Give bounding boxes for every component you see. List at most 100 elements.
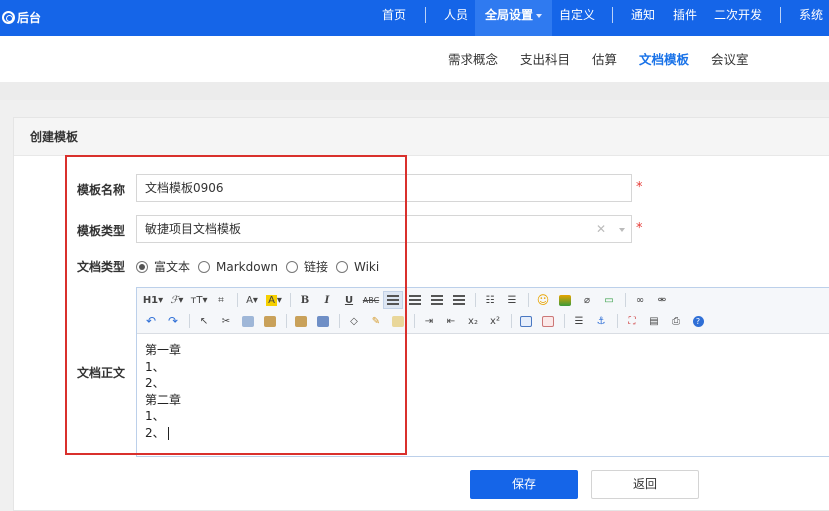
preview-glyph xyxy=(392,315,404,327)
save-button[interactable]: 保存 xyxy=(470,470,578,499)
redo-icon[interactable]: ↷ xyxy=(163,312,183,330)
editor-line-last: 2、 xyxy=(145,425,821,442)
toolbar-divider xyxy=(286,314,287,328)
ordered-list-icon[interactable]: ☷ xyxy=(480,291,500,309)
toolbar-divider xyxy=(528,293,529,307)
subnav-item-estimate[interactable]: 估算 xyxy=(592,49,617,68)
template-type-label: 模板类型 xyxy=(77,224,126,238)
editor-line: 第二章 xyxy=(145,392,182,407)
paragraph-icon[interactable]: ⌗ xyxy=(211,291,231,309)
italic-icon[interactable]: I xyxy=(317,291,337,309)
align-right-glyph xyxy=(431,295,443,305)
h1-icon[interactable]: H1▾ xyxy=(141,291,165,309)
nav-divider xyxy=(612,7,613,23)
nav-item-custom[interactable]: 自定义 xyxy=(559,0,595,36)
source-icon[interactable]: ▤ xyxy=(644,312,664,330)
emoji-icon[interactable]: ☺ xyxy=(533,291,553,309)
toolbar-divider xyxy=(290,293,291,307)
paste-icon[interactable] xyxy=(260,312,280,330)
chevron-down-icon[interactable] xyxy=(619,228,625,232)
align-left-glyph xyxy=(387,295,399,305)
align-center-glyph xyxy=(409,295,421,305)
table-glyph xyxy=(520,315,532,327)
required-mark: * xyxy=(636,221,643,236)
subscript-icon[interactable]: x₂ xyxy=(463,312,483,330)
radio-link[interactable] xyxy=(285,260,298,273)
align-left-icon[interactable] xyxy=(383,291,403,309)
editor-line: 1、 xyxy=(145,359,165,374)
align-right-icon[interactable] xyxy=(427,291,447,309)
font-family-icon[interactable]: ℱ▾ xyxy=(167,291,187,309)
strikethrough-icon[interactable]: ABC xyxy=(361,291,381,309)
select-icon[interactable]: ↖ xyxy=(194,312,214,330)
clear-icon[interactable]: ✕ xyxy=(596,222,606,236)
unordered-list-icon[interactable]: ☰ xyxy=(502,291,522,309)
justify-icon[interactable] xyxy=(449,291,469,309)
nav-item-plugins[interactable]: 插件 xyxy=(673,0,697,36)
bold-icon[interactable]: B xyxy=(295,291,315,309)
outdent-icon[interactable]: ⇤ xyxy=(441,312,461,330)
nav-item-system[interactable]: 系统 xyxy=(799,0,823,36)
toolbar-divider xyxy=(617,314,618,328)
page-break-icon[interactable]: ☰ xyxy=(569,312,589,330)
editor-line: 2、 xyxy=(145,376,165,390)
toolbar-divider xyxy=(237,293,238,307)
paste-text-icon[interactable] xyxy=(291,312,311,330)
cut-icon[interactable]: ✂ xyxy=(216,312,236,330)
brand[interactable]: 后台 xyxy=(2,9,41,26)
highlight-icon[interactable]: A ▾ xyxy=(264,291,284,309)
radio-markdown[interactable] xyxy=(198,260,211,273)
template-name-input[interactable]: 文档模板0906 xyxy=(136,174,632,202)
paste-word-icon[interactable] xyxy=(313,312,333,330)
nav-item-global-settings-label: 全局设置 xyxy=(485,8,534,22)
image-glyph xyxy=(559,294,571,306)
link-icon[interactable]: ∞ xyxy=(630,291,650,309)
text-cursor xyxy=(167,426,169,440)
format-brush-icon[interactable]: ✎ xyxy=(366,312,386,330)
radio-label-rich-text[interactable]: 富文本 xyxy=(154,258,190,275)
subnav-item-meeting-room[interactable]: 会议室 xyxy=(711,49,749,68)
fullscreen-icon[interactable]: ⛶ xyxy=(622,312,642,330)
radio-label-wiki[interactable]: Wiki xyxy=(354,260,379,274)
radio-label-link[interactable]: 链接 xyxy=(304,258,328,275)
nav-item-notify[interactable]: 通知 xyxy=(631,0,655,36)
image-icon[interactable] xyxy=(555,291,575,309)
help-icon[interactable]: ? xyxy=(688,312,708,330)
unlink-icon[interactable]: ⚮ xyxy=(652,291,672,309)
editor-content-area[interactable]: 第一章 1、 2、 第二章 1、 2、 xyxy=(137,334,829,449)
nav-item-global-settings[interactable]: 全局设置 xyxy=(475,0,553,36)
template-type-select[interactable]: 敏捷项目文档模板 xyxy=(136,215,632,243)
undo-icon[interactable]: ↶ xyxy=(141,312,161,330)
preview-icon[interactable] xyxy=(388,312,408,330)
radio-rich-text[interactable] xyxy=(136,260,148,273)
template-icon[interactable] xyxy=(538,312,558,330)
print-icon[interactable]: ⎙ xyxy=(666,312,686,330)
subnav-item-expense-subject[interactable]: 支出科目 xyxy=(520,49,570,68)
table-icon[interactable] xyxy=(516,312,536,330)
insert-code-icon[interactable]: ▭ xyxy=(599,291,619,309)
anchor-icon[interactable]: ⚓ xyxy=(591,312,611,330)
superscript-icon[interactable]: x² xyxy=(485,312,505,330)
toolbar-divider xyxy=(189,314,190,328)
toolbar-divider xyxy=(564,314,565,328)
subnav-item-doc-template[interactable]: 文档模板 xyxy=(639,49,689,68)
indent-icon[interactable]: ⇥ xyxy=(419,312,439,330)
copy-icon[interactable] xyxy=(238,312,258,330)
doc-type-label: 文档类型 xyxy=(77,260,126,274)
nav-item-people[interactable]: 人员 xyxy=(444,0,468,36)
top-navigation-bar: 后台 首页 人员 全局设置 自定义 通知 插件 二次开发 系统 xyxy=(0,0,829,36)
radio-label-markdown[interactable]: Markdown xyxy=(216,260,278,274)
font-color-icon[interactable]: A▾ xyxy=(242,291,262,309)
back-button[interactable]: 返回 xyxy=(591,470,699,499)
eraser-icon[interactable]: ◇ xyxy=(344,312,364,330)
underline-icon[interactable]: U xyxy=(339,291,359,309)
radio-wiki[interactable] xyxy=(336,260,348,273)
nav-item-home[interactable]: 首页 xyxy=(382,0,406,36)
nav-item-secondary-dev[interactable]: 二次开发 xyxy=(714,0,762,36)
subnav-item-requirement-concept[interactable]: 需求概念 xyxy=(448,49,498,68)
align-center-icon[interactable] xyxy=(405,291,425,309)
font-size-icon[interactable]: ᴛT▾ xyxy=(189,291,209,309)
toolbar-divider xyxy=(339,314,340,328)
sub-navigation: 需求概念 支出科目 估算 文档模板 会议室 xyxy=(0,36,829,82)
attachment-icon[interactable]: ⌀ xyxy=(577,291,597,309)
